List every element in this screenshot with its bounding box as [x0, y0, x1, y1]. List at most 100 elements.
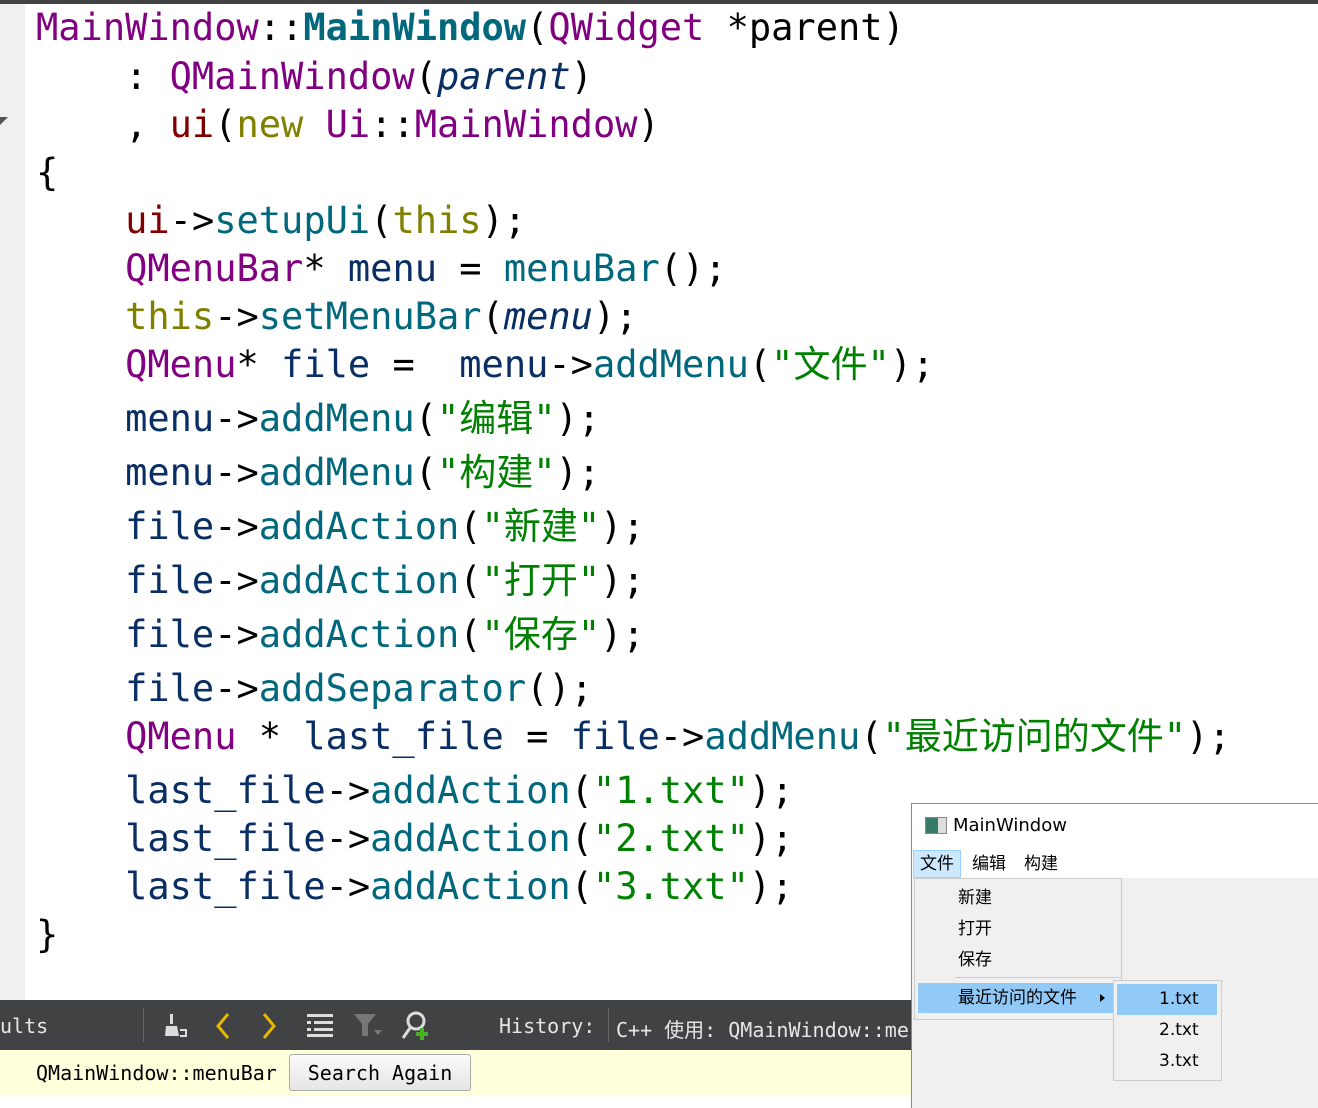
- search-again-bar: QMainWindow::menuBar Search Again: [0, 1050, 912, 1096]
- window-title: MainWindow: [953, 815, 1067, 836]
- code-line[interactable]: menu->addMenu("构建");: [36, 449, 600, 497]
- menu-item-label: 打开: [958, 919, 992, 939]
- code-token: addAction: [370, 865, 571, 908]
- menu-item-label: 3.txt: [1159, 1051, 1199, 1071]
- code-token: (: [860, 715, 883, 758]
- code-token: *parent): [704, 6, 905, 49]
- search-again-button[interactable]: Search Again: [289, 1054, 471, 1091]
- clear-icon[interactable]: [162, 1012, 190, 1040]
- menu-item-label: 1.txt: [1159, 989, 1199, 1009]
- menu-item-open[interactable]: 打开: [915, 914, 1121, 944]
- recent-files-submenu: 1.txt 2.txt 3.txt: [1113, 980, 1222, 1081]
- code-token: ->: [214, 505, 259, 548]
- code-token: );: [600, 613, 645, 656]
- code-token: file: [125, 559, 215, 602]
- code-token: );: [481, 199, 527, 242]
- code-token: menu: [125, 451, 215, 494]
- code-token: menu: [503, 295, 593, 338]
- code-token: ->: [325, 817, 371, 860]
- code-token: (: [414, 451, 437, 494]
- code-token: ui: [125, 199, 170, 242]
- code-token: *: [236, 343, 282, 386]
- code-line[interactable]: , ui(new Ui::MainWindow): [36, 101, 660, 149]
- code-line[interactable]: last_file->addAction("1.txt");: [36, 767, 793, 815]
- code-token: "编辑": [437, 397, 556, 440]
- code-line[interactable]: menu->addMenu("编辑");: [36, 395, 600, 443]
- code-token: );: [748, 769, 794, 812]
- menu-build[interactable]: 构建: [1018, 851, 1064, 877]
- code-line[interactable]: last_file->addAction("2.txt");: [36, 815, 793, 863]
- recent-item-3[interactable]: 3.txt: [1117, 1046, 1217, 1077]
- code-token: ->: [325, 865, 371, 908]
- code-token: ->: [214, 667, 259, 710]
- main-window-preview: MainWindow 文件 编辑 构建 新建 打开 保存 最近访问的文件 1.t…: [911, 803, 1318, 1108]
- menu-item-label: 2.txt: [1159, 1020, 1199, 1040]
- fold-marker-icon[interactable]: [0, 117, 8, 125]
- code-token: menuBar: [503, 247, 660, 290]
- code-line[interactable]: file->addAction("打开");: [36, 557, 645, 605]
- code-line[interactable]: {: [36, 149, 58, 197]
- code-token: setupUi: [214, 199, 371, 242]
- code-token: "最近访问的文件": [882, 715, 1187, 758]
- code-token: "构建": [437, 451, 556, 494]
- menu-edit[interactable]: 编辑: [966, 851, 1012, 877]
- code-token: file: [125, 505, 215, 548]
- menu-file[interactable]: 文件: [913, 850, 961, 878]
- code-token: );: [555, 451, 601, 494]
- code-line[interactable]: : QMainWindow(parent): [36, 53, 593, 101]
- code-token: file: [281, 343, 371, 386]
- code-token: =: [437, 247, 504, 290]
- menu-item-label: 新建: [958, 888, 992, 908]
- code-line[interactable]: MainWindow::MainWindow(QWidget *parent): [36, 4, 905, 52]
- code-token: menu: [347, 247, 437, 290]
- search-results-tab[interactable]: ults: [0, 1014, 48, 1038]
- app-window-icon: [925, 817, 947, 834]
- code-token: "1.txt": [592, 769, 749, 812]
- code-token: );: [748, 865, 794, 908]
- code-token: "打开": [481, 559, 601, 602]
- code-token: last_file: [303, 715, 504, 758]
- menu-item-label: 最近访问的文件: [958, 988, 1077, 1008]
- code-token: (: [748, 343, 772, 386]
- code-token: addMenu: [592, 343, 749, 386]
- code-token: ::: [258, 6, 304, 49]
- code-token: addAction: [370, 817, 571, 860]
- code-token: addAction: [258, 505, 460, 548]
- filter-icon[interactable]: [354, 1012, 382, 1040]
- code-token: QMenu: [125, 715, 237, 758]
- code-line[interactable]: this->setMenuBar(menu);: [36, 293, 637, 341]
- recent-item-2[interactable]: 2.txt: [1117, 1015, 1217, 1046]
- code-token: addSeparator: [258, 667, 527, 710]
- code-token: addMenu: [704, 715, 861, 758]
- code-line[interactable]: ui->setupUi(this);: [36, 197, 526, 245]
- code-line[interactable]: QMenu * last_file = file->addMenu("最近访问的…: [36, 713, 1231, 761]
- code-line[interactable]: file->addAction("新建");: [36, 503, 645, 551]
- code-line[interactable]: file->addAction("保存");: [36, 611, 645, 659]
- code-token: ->: [548, 343, 593, 386]
- code-token: menu: [125, 397, 215, 440]
- menu-item-save[interactable]: 保存: [915, 945, 1121, 975]
- code-line[interactable]: file->addSeparator();: [36, 665, 593, 713]
- code-token: last_file: [125, 817, 326, 860]
- code-line[interactable]: QMenu* file = menu->addMenu("文件");: [36, 341, 934, 389]
- back-icon[interactable]: [212, 1012, 234, 1040]
- history-dropdown[interactable]: C++ 使用: QMainWindow::me: [616, 1014, 909, 1043]
- code-token: file: [125, 613, 215, 656]
- code-line[interactable]: last_file->addAction("3.txt");: [36, 863, 793, 911]
- new-search-icon[interactable]: [400, 1010, 432, 1042]
- recent-item-1[interactable]: 1.txt: [1117, 984, 1217, 1015]
- menu-item-new[interactable]: 新建: [915, 883, 1121, 913]
- expand-list-icon[interactable]: [307, 1012, 333, 1038]
- forward-icon[interactable]: [258, 1012, 280, 1040]
- code-token: ->: [214, 559, 259, 602]
- code-line[interactable]: QMenuBar* menu = menuBar();: [36, 245, 726, 293]
- code-line[interactable]: }: [36, 911, 58, 959]
- menu-item-recent-files[interactable]: 最近访问的文件: [918, 983, 1113, 1013]
- code-token: ->: [214, 613, 259, 656]
